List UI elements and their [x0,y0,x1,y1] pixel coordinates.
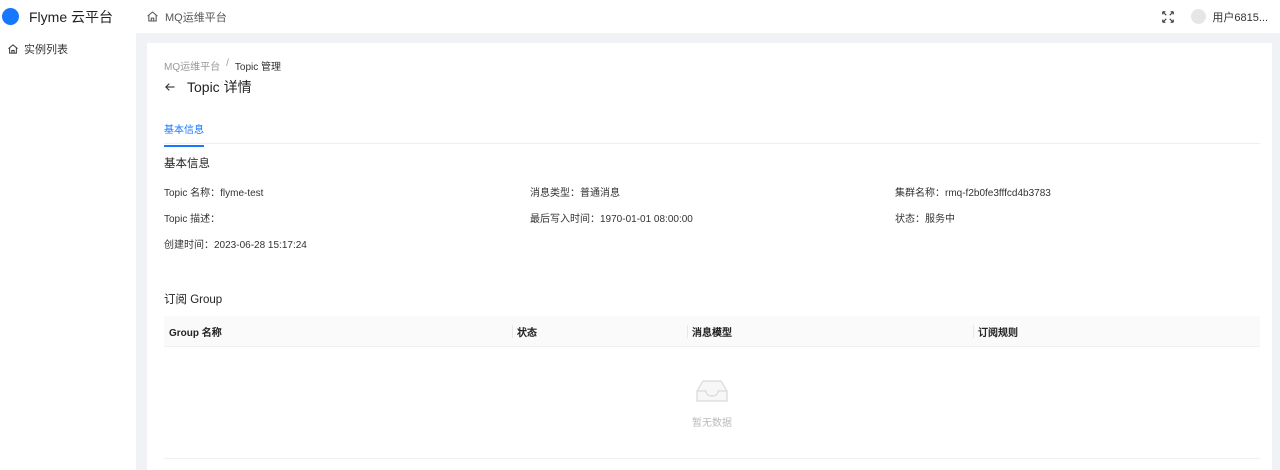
empty-text: 暂无数据 [692,418,732,429]
brand-logo-icon [2,8,19,25]
column-header-message-model: 消息模型 [687,316,973,346]
topic-status: 状态：服务中 [895,214,955,225]
breadcrumb-current: Topic 管理 [234,62,282,73]
empty-inbox-icon [696,380,728,402]
message-type: 消息类型：普通消息 [530,188,620,199]
table-empty-state: 暂无数据 [164,347,1260,459]
column-header-group-name: Group 名称 [169,327,222,339]
page-title: Topic 详情 [187,79,252,95]
sidebar: 实例列表 [0,33,136,470]
user-name[interactable]: 用户6815... [1212,9,1268,25]
group-table: Group 名称 状态 消息模型 订阅规则 暂无数据 [164,316,1260,459]
column-header-status: 状态 [512,316,687,346]
topic-name: Topic 名称：flyme-test [164,188,264,199]
main-panel: MQ运维平台 / Topic 管理 Topic 详情 基本信息 基本信息 Top… [147,43,1272,470]
table-header: Group 名称 状态 消息模型 订阅规则 [164,316,1260,347]
home-icon [8,44,18,54]
top-nav-mq-platform[interactable]: MQ运维平台 [146,9,227,25]
breadcrumb-separator: / [226,58,229,69]
cluster-name: 集群名称：rmq-f2b0fe3fffcd4b3783 [895,188,1051,199]
breadcrumb: MQ运维平台 / Topic 管理 [164,58,281,73]
created-time: 创建时间：2023-06-28 15:17:24 [164,240,307,251]
column-header-subscription-rule: 订阅规则 [973,316,1260,346]
home-icon [147,11,158,22]
brand-name: Flyme 云平台 [29,8,113,25]
breadcrumb-root[interactable]: MQ运维平台 [164,58,220,73]
basic-info-section-title: 基本信息 [164,158,210,170]
title-row: Topic 详情 [164,77,252,97]
sidebar-item-label: 实例列表 [24,44,68,56]
tab-basic-info[interactable]: 基本信息 [164,125,204,147]
back-arrow-icon[interactable] [164,81,176,93]
last-write-time: 最后写入时间：1970-01-01 08:00:00 [530,214,693,225]
subscribed-group-section-title: 订阅 Group [164,294,223,306]
top-bar: Flyme 云平台 MQ运维平台 用户6815... [0,0,1280,33]
sidebar-item-instance-list[interactable]: 实例列表 [0,34,136,64]
tab-bar: 基本信息 [164,122,1260,147]
brand[interactable]: Flyme 云平台 [0,7,136,27]
top-nav-label: MQ运维平台 [165,11,227,24]
topic-description: Topic 描述： [164,214,221,225]
avatar[interactable] [1191,9,1207,24]
fullscreen-icon[interactable] [1161,10,1175,24]
